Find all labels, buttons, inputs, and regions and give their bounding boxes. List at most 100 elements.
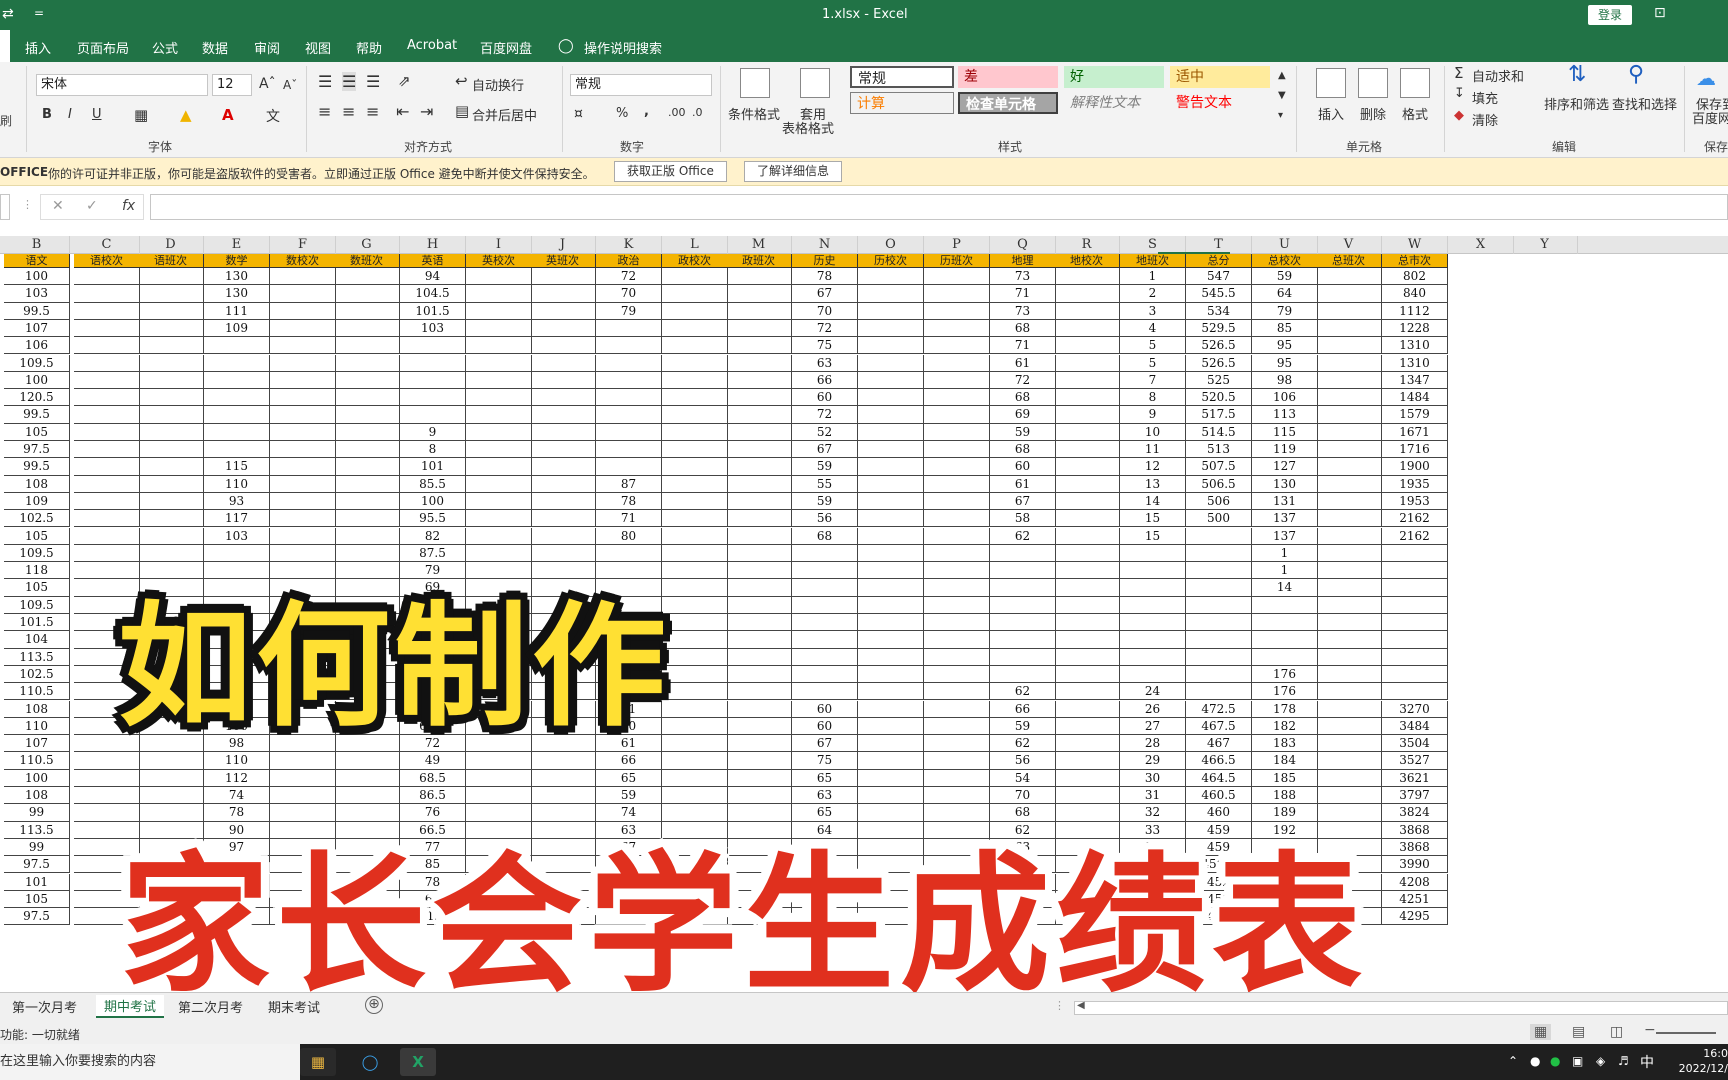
table-cell[interactable] — [662, 787, 728, 805]
table-cell[interactable]: 545.5 — [1186, 285, 1252, 303]
table-cell[interactable] — [1382, 631, 1448, 649]
styles-scroll-down-icon[interactable]: ▼ — [1278, 90, 1286, 101]
table-cell[interactable]: 79 — [596, 302, 662, 320]
table-cell[interactable] — [138, 285, 204, 303]
table-cell[interactable] — [74, 285, 140, 303]
input-method-indicator[interactable]: 中 — [1640, 1052, 1654, 1072]
table-cell[interactable] — [74, 354, 140, 372]
table-cell[interactable] — [662, 579, 728, 597]
style-calc[interactable]: 计算 — [850, 92, 954, 114]
table-cell[interactable] — [138, 371, 204, 390]
table-cell[interactable] — [726, 683, 792, 701]
table-cell[interactable] — [924, 614, 990, 632]
header-cell[interactable]: 语班次 — [138, 254, 204, 268]
percent-button[interactable]: % — [616, 106, 628, 121]
table-cell[interactable] — [924, 319, 990, 338]
table-cell[interactable] — [792, 614, 858, 632]
table-cell[interactable] — [1054, 787, 1120, 805]
table-cell[interactable] — [1054, 337, 1120, 355]
table-cell[interactable]: 4295 — [1382, 908, 1448, 926]
table-cell[interactable] — [1054, 492, 1120, 511]
table-cell[interactable]: 105 — [4, 890, 70, 909]
table-format-label-2[interactable]: 表格格式 — [782, 118, 834, 137]
table-cell[interactable] — [924, 752, 990, 770]
table-cell[interactable] — [466, 752, 532, 770]
column-header-w[interactable]: W — [1382, 236, 1448, 254]
table-cell[interactable]: 97.5 — [4, 856, 70, 874]
table-cell[interactable] — [74, 337, 140, 355]
style-neutral[interactable]: 适中 — [1170, 66, 1270, 88]
table-cell[interactable] — [1316, 648, 1382, 666]
table-cell[interactable] — [858, 285, 924, 303]
table-cell[interactable] — [924, 562, 990, 580]
table-cell[interactable] — [858, 406, 924, 424]
table-cell[interactable]: 3621 — [1382, 769, 1448, 787]
table-cell[interactable]: 3270 — [1382, 700, 1448, 718]
align-bottom-icon[interactable]: ☰ — [366, 72, 380, 91]
table-cell[interactable] — [1316, 441, 1382, 459]
table-cell[interactable] — [924, 337, 990, 355]
column-header-o[interactable]: O — [858, 236, 924, 254]
table-cell[interactable]: 68 — [990, 389, 1056, 407]
table-cell[interactable] — [1186, 527, 1252, 545]
table-cell[interactable] — [1054, 423, 1120, 441]
header-cell[interactable]: 总分 — [1186, 254, 1252, 268]
table-cell[interactable] — [466, 371, 532, 390]
table-cell[interactable] — [1054, 614, 1120, 632]
table-cell[interactable] — [924, 492, 990, 511]
increase-font-icon[interactable]: Aˆ — [259, 76, 276, 92]
table-cell[interactable] — [204, 337, 270, 355]
save-to-baidu-label-2[interactable]: 百度网 — [1692, 108, 1728, 127]
table-cell[interactable]: 115 — [1252, 423, 1318, 441]
table-cell[interactable] — [138, 268, 204, 286]
qq-tray-icon[interactable]: ● — [1530, 1054, 1540, 1068]
fill-down-icon[interactable]: ↧ — [1454, 86, 1465, 101]
table-cell[interactable] — [1186, 631, 1252, 649]
table-cell[interactable] — [596, 319, 662, 338]
table-cell[interactable] — [400, 406, 466, 424]
tab-view[interactable]: 视图 — [305, 38, 331, 57]
table-cell[interactable] — [1316, 406, 1382, 424]
tab-data[interactable]: 数据 — [202, 38, 228, 57]
table-cell[interactable] — [334, 371, 400, 390]
table-cell[interactable] — [1316, 527, 1382, 545]
table-cell[interactable] — [726, 406, 792, 424]
table-cell[interactable] — [204, 389, 270, 407]
table-cell[interactable] — [662, 700, 728, 718]
table-cell[interactable] — [858, 527, 924, 545]
table-cell[interactable]: 1310 — [1382, 354, 1448, 372]
number-format-select[interactable]: 常规 — [570, 74, 712, 96]
table-cell[interactable] — [858, 475, 924, 493]
table-cell[interactable] — [924, 285, 990, 303]
table-cell[interactable]: 66 — [792, 371, 858, 390]
table-cell[interactable]: 66 — [596, 752, 662, 770]
table-cell[interactable] — [662, 371, 728, 390]
table-cell[interactable]: 58 — [990, 510, 1056, 528]
table-cell[interactable] — [1186, 596, 1252, 614]
table-cell[interactable]: 130 — [204, 285, 270, 303]
table-cell[interactable] — [270, 458, 336, 476]
table-cell[interactable] — [924, 389, 990, 407]
style-explain[interactable]: 解释性文本 — [1064, 92, 1164, 114]
table-cell[interactable] — [334, 268, 400, 286]
table-cell[interactable]: 464.5 — [1186, 769, 1252, 787]
table-cell[interactable]: 184 — [1252, 752, 1318, 770]
table-cell[interactable]: 526.5 — [1186, 337, 1252, 355]
table-cell[interactable]: 72 — [792, 319, 858, 338]
table-cell[interactable] — [662, 614, 728, 632]
table-cell[interactable] — [858, 492, 924, 511]
table-cell[interactable] — [662, 562, 728, 580]
table-cell[interactable]: 3504 — [1382, 735, 1448, 753]
table-cell[interactable] — [726, 665, 792, 684]
table-cell[interactable]: 4251 — [1382, 890, 1448, 909]
table-cell[interactable] — [924, 787, 990, 805]
sheet-tab-second-month[interactable]: 第二次月考 — [178, 997, 243, 1016]
table-cell[interactable]: 5 — [1120, 337, 1186, 355]
table-cell[interactable]: 85.5 — [400, 475, 466, 493]
table-cell[interactable] — [1054, 562, 1120, 580]
table-cell[interactable] — [270, 441, 336, 459]
table-cell[interactable]: 802 — [1382, 268, 1448, 286]
table-cell[interactable]: 62 — [990, 527, 1056, 545]
table-cell[interactable]: 98 — [1252, 371, 1318, 390]
table-cell[interactable]: 62 — [990, 735, 1056, 753]
